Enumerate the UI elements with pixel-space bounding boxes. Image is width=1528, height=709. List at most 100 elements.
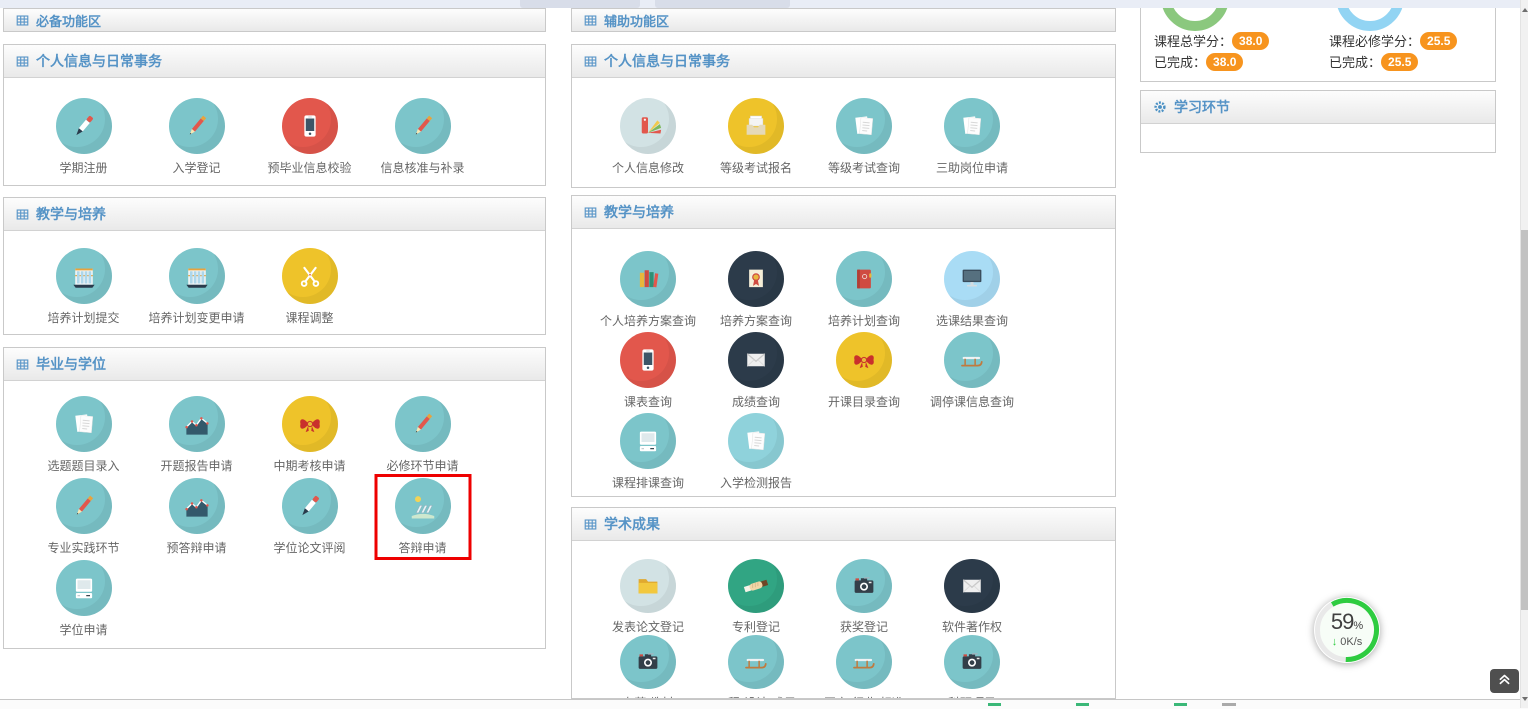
app-item[interactable]: 入学登记 (140, 98, 253, 182)
computer-icon (56, 560, 112, 616)
app-item-label: 获奖登记 (840, 618, 888, 635)
app-item-label: 培养计划提交 (47, 309, 119, 326)
app-item-label: 选题题目录入 (47, 457, 119, 474)
computer-icon (620, 413, 676, 469)
app-item[interactable]: 培养计划查询 (810, 251, 918, 332)
camera-icon (944, 635, 1000, 689)
app-item-label: 学期注册 (59, 159, 107, 176)
envelope-icon (728, 332, 784, 388)
app-item[interactable]: 培养计划提交 (27, 248, 140, 332)
app-item-label: 入学登记 (172, 159, 220, 176)
app-item-label: 等级考试报名 (720, 159, 792, 176)
grid-icon (16, 55, 29, 68)
scissors-icon (282, 248, 338, 304)
monitor-icon (944, 251, 1000, 307)
app-item[interactable]: 学期注册 (27, 98, 140, 182)
app-item-label: 调停课信息查询 (930, 393, 1014, 410)
download-speed-gauge[interactable]: 59% ↓ 0K/s (1313, 596, 1381, 664)
scrollbar-up-arrow[interactable] (1522, 8, 1528, 12)
app-item[interactable]: 国家(行业)标准 (810, 635, 918, 699)
handshake-icon (728, 559, 784, 613)
app-item[interactable]: 课程调整 (253, 248, 366, 332)
app-item[interactable]: 工程(设计)成果 (702, 635, 810, 699)
panel-header: 教学与培养 (572, 196, 1115, 229)
book-icon (836, 251, 892, 307)
panel-title: 毕业与学位 (36, 354, 106, 374)
app-item[interactable]: 开题报告申请 (140, 396, 253, 478)
grid-icon (16, 14, 29, 27)
app-item[interactable]: 培养计划变更申请 (140, 248, 253, 332)
app-item[interactable]: 等级考试报名 (702, 98, 810, 182)
app-item-label: 专业实践环节 (47, 539, 119, 556)
app-item[interactable]: 等级考试查询 (810, 98, 918, 182)
app-item[interactable]: 个人培养方案查询 (594, 251, 702, 332)
mini-mark (1076, 703, 1089, 706)
app-item[interactable]: 选题题目录入 (27, 396, 140, 478)
app-item[interactable]: 学位论文评阅 (253, 478, 366, 560)
inbox-icon (728, 98, 784, 154)
app-item-label: 专利登记 (732, 618, 780, 635)
total-done-label: 已完成： (1154, 52, 1206, 71)
panel-header: 辅助功能区 (572, 9, 1115, 31)
scrollbar-thumb[interactable] (1521, 230, 1528, 610)
app-item[interactable]: 发表论文登记 (594, 559, 702, 635)
envelope-icon (944, 559, 1000, 613)
app-item-label: 等级考试查询 (828, 159, 900, 176)
app-item[interactable]: 专著/教材 (594, 635, 702, 699)
panel-title: 学术成果 (604, 514, 660, 534)
app-item-label: 学位申请 (59, 621, 107, 638)
app-item[interactable]: 中期考核申请 (253, 396, 366, 478)
grid-icon (584, 206, 597, 219)
app-item[interactable]: 课程排课查询 (594, 413, 702, 494)
app-item-label: 课程调整 (285, 309, 333, 326)
scrollbar[interactable] (1520, 0, 1528, 708)
back-to-top-button[interactable] (1490, 669, 1519, 693)
mini-mark (1222, 703, 1236, 706)
app-item[interactable]: 软件著作权 (918, 559, 1026, 635)
pencil-icon (395, 396, 451, 452)
app-item-label: 三助岗位申请 (936, 159, 1008, 176)
documents-icon (728, 413, 784, 469)
app-item[interactable]: 成绩查询 (702, 332, 810, 413)
panel-left-3: 毕业与学位选题题目录入 开题报告申请 中期考核申请必修环节申请专业实践环节 预答辩申请… (3, 347, 546, 649)
app-item-label: 个人培养方案查询 (600, 312, 696, 329)
app-item[interactable]: 选课结果查询 (918, 251, 1026, 332)
app-item[interactable]: 三助岗位申请 (918, 98, 1026, 182)
app-item-label: 开题报告申请 (160, 457, 232, 474)
app-item[interactable]: 入学检测报告 (702, 413, 810, 494)
required-done-label: 已完成： (1329, 52, 1381, 71)
app-item[interactable]: 预毕业信息校验 (253, 98, 366, 182)
panel-title: 辅助功能区 (604, 11, 669, 30)
app-item[interactable]: 个人信息修改 (594, 98, 702, 182)
bow-icon (282, 396, 338, 452)
panel-title: 教学与培养 (36, 204, 106, 224)
app-item[interactable]: 课表查询 (594, 332, 702, 413)
panel-title: 个人信息与日常事务 (36, 51, 162, 71)
app-item[interactable]: 专业实践环节 (27, 478, 140, 560)
app-item[interactable]: 预答辩申请 (140, 478, 253, 560)
app-item[interactable]: 必修环节申请 (366, 396, 479, 478)
app-item[interactable]: 获奖登记 (810, 559, 918, 635)
app-item[interactable]: 信息核准与补录 (366, 98, 479, 182)
pen-icon (282, 478, 338, 534)
app-item-label: 个人信息修改 (612, 159, 684, 176)
app-item[interactable]: 调停课信息查询 (918, 332, 1026, 413)
total-done-badge: 38.0 (1206, 53, 1243, 71)
app-item-label: 软件著作权 (942, 618, 1002, 635)
app-item[interactable]: 答辩申请 (366, 478, 479, 560)
mini-mark (1174, 703, 1187, 706)
panel-left-0: 必备功能区 (3, 8, 546, 32)
app-item-label: 课程排课查询 (612, 474, 684, 491)
total-credits-badge: 38.0 (1232, 32, 1269, 50)
app-item[interactable]: 培养方案查询 (702, 251, 810, 332)
scrollbar-down-arrow[interactable] (1522, 697, 1528, 701)
app-item[interactable]: 专利登记 (702, 559, 810, 635)
camera-icon (836, 559, 892, 613)
app-item[interactable]: 开课目录查询 (810, 332, 918, 413)
app-item[interactable]: 学位申请 (27, 560, 140, 642)
download-percent: 59% (1313, 609, 1381, 635)
sled-icon (944, 332, 1000, 388)
app-item-label: 成绩查询 (732, 393, 780, 410)
required-credits-label: 课程必修学分： (1329, 31, 1420, 50)
app-item[interactable]: 科研项目 (918, 635, 1026, 699)
